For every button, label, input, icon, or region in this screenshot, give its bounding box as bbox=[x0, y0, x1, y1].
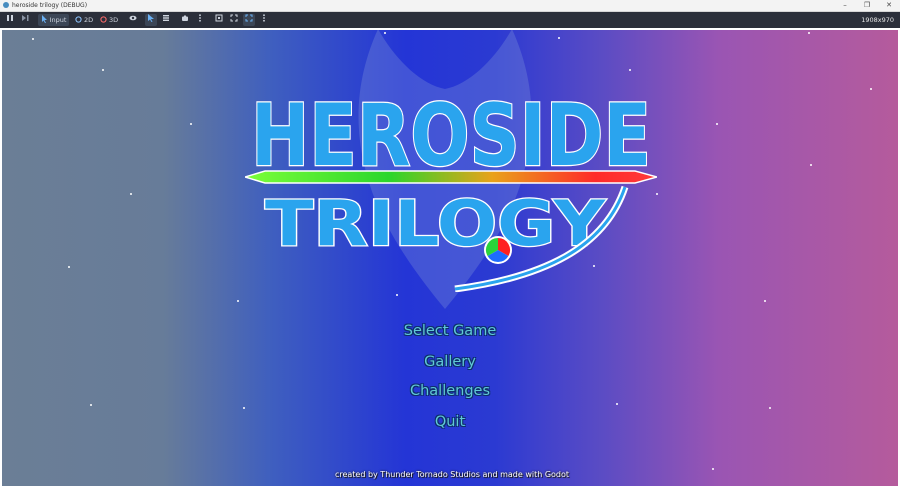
godot-app-icon bbox=[3, 2, 9, 8]
star bbox=[769, 407, 771, 409]
game-window: heroside trilogy (DEBUG) – ❐ ✕ Input 2D … bbox=[0, 0, 900, 488]
star bbox=[32, 38, 34, 40]
star bbox=[764, 300, 766, 302]
pause-button[interactable] bbox=[4, 14, 16, 26]
list-button[interactable] bbox=[160, 14, 172, 26]
visibility-button[interactable] bbox=[127, 14, 139, 26]
close-button[interactable]: ✕ bbox=[878, 0, 900, 11]
camera-icon bbox=[182, 15, 188, 21]
star bbox=[102, 69, 104, 71]
eye-icon bbox=[129, 15, 137, 21]
window-title: heroside trilogy (DEBUG) bbox=[12, 2, 88, 9]
input-mode-button[interactable]: Input bbox=[38, 14, 69, 26]
input-mode-label: Input bbox=[49, 16, 67, 24]
3d-mode-label: 3D bbox=[108, 16, 119, 24]
pause-icon bbox=[7, 15, 13, 21]
restore-button[interactable]: ❐ bbox=[856, 0, 878, 11]
2d-mode-label: 2D bbox=[83, 16, 94, 24]
star bbox=[130, 193, 132, 195]
camera-override-button[interactable] bbox=[213, 14, 225, 26]
kebab-menu-icon bbox=[199, 14, 201, 22]
menu-gallery[interactable]: Gallery bbox=[350, 354, 550, 370]
fullscreen-icon bbox=[230, 14, 238, 22]
credits-text: created by Thunder Tornado Studios and m… bbox=[334, 470, 570, 479]
game-viewport: HEROSIDE TRILOGY Select Game Gallery Cha… bbox=[2, 29, 898, 486]
fit-view-button[interactable] bbox=[228, 14, 240, 26]
star bbox=[90, 404, 92, 406]
star bbox=[870, 88, 872, 90]
star bbox=[243, 407, 245, 409]
circle-2d-icon bbox=[75, 16, 82, 23]
title-bar: heroside trilogy (DEBUG) – ❐ ✕ bbox=[0, 0, 900, 12]
logo-title-line2: TRILOGY bbox=[265, 187, 606, 260]
list-icon bbox=[163, 15, 169, 21]
next-frame-button[interactable] bbox=[19, 14, 31, 26]
star bbox=[808, 32, 810, 34]
cursor-icon bbox=[41, 15, 47, 23]
camera-button[interactable] bbox=[179, 14, 191, 26]
debug-toolbar: Input 2D 3D 1908x970 bbox=[0, 12, 900, 28]
step-frame-icon bbox=[22, 15, 29, 21]
menu-select-game[interactable]: Select Game bbox=[350, 323, 550, 339]
minimize-button[interactable]: – bbox=[834, 0, 856, 11]
tri-color-emblem-icon bbox=[484, 236, 512, 264]
select-mode-button[interactable] bbox=[145, 14, 157, 26]
view-options-button[interactable] bbox=[259, 14, 269, 26]
kebab-menu-icon bbox=[263, 14, 265, 22]
logo-rainbow-bar bbox=[245, 170, 657, 184]
star bbox=[712, 468, 714, 470]
select-arrow-icon bbox=[148, 14, 154, 22]
star bbox=[237, 300, 239, 302]
more-options-button[interactable] bbox=[195, 14, 205, 26]
frame-icon bbox=[215, 14, 223, 22]
star bbox=[616, 403, 618, 405]
circle-3d-icon bbox=[100, 16, 107, 23]
3d-mode-button[interactable]: 3D bbox=[98, 14, 120, 26]
game-logo: HEROSIDE TRILOGY bbox=[245, 85, 657, 292]
star bbox=[190, 123, 192, 125]
expand-icon bbox=[245, 14, 253, 22]
resolution-readout: 1908x970 bbox=[861, 16, 894, 24]
2d-mode-button[interactable]: 2D bbox=[73, 14, 95, 26]
center-view-button[interactable] bbox=[243, 14, 255, 26]
menu-challenges[interactable]: Challenges bbox=[350, 383, 550, 399]
menu-quit[interactable]: Quit bbox=[350, 414, 550, 430]
star bbox=[810, 164, 812, 166]
star bbox=[716, 123, 718, 125]
star bbox=[68, 266, 70, 268]
